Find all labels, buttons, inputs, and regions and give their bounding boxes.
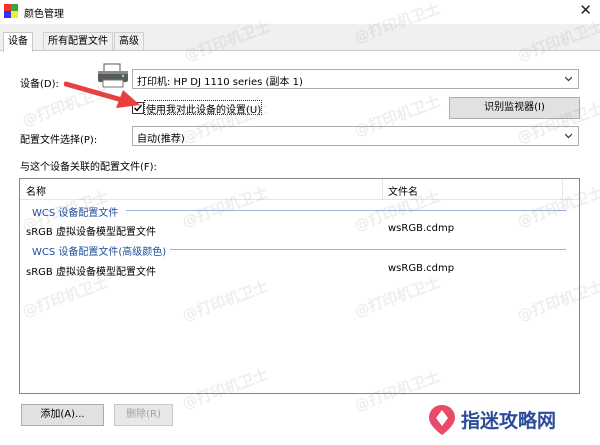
annotation-arrow-icon xyxy=(64,81,140,108)
chevron-down-icon xyxy=(565,76,572,82)
device-label: 设备(D): xyxy=(20,79,59,90)
profile-selection-dropdown[interactable]: 自动(推荐) xyxy=(132,126,579,146)
group-divider xyxy=(126,210,566,211)
profile-file: wsRGB.cdmp xyxy=(388,263,455,274)
close-icon[interactable]: ✕ xyxy=(579,1,592,19)
use-my-settings-label[interactable]: 使用我对此设备的设置(U) xyxy=(146,101,261,116)
profile-name: sRGB 虚拟设备模型配置文件 xyxy=(26,227,156,238)
group-divider xyxy=(170,249,566,250)
title-bar: 颜色管理 ✕ xyxy=(0,0,600,24)
profile-selection-value: 自动(推荐) xyxy=(137,134,185,145)
profiles-list[interactable]: 名称 文件名 WCS 设备配置文件 sRGB 虚拟设备模型配置文件 wsRGB.… xyxy=(19,178,580,394)
profile-name: sRGB 虚拟设备模型配置文件 xyxy=(26,267,156,278)
column-filename[interactable]: 文件名 xyxy=(388,183,418,198)
device-selected-value: 打印机: HP DJ 1110 series (副本 1) xyxy=(137,77,303,88)
color-management-icon xyxy=(4,4,18,18)
site-logo: 指迷攻略网 xyxy=(425,402,595,438)
chevron-down-icon xyxy=(565,133,572,139)
identify-monitors-button[interactable]: 识别监视器(I) xyxy=(449,97,580,119)
group-title: WCS 设备配置文件(高级颜色) xyxy=(32,247,167,258)
tab-strip: 设备 所有配置文件 高级 xyxy=(0,32,600,52)
profile-selection-label: 配置文件选择(P): xyxy=(20,135,98,146)
location-pin-icon xyxy=(429,405,455,435)
window-title: 颜色管理 xyxy=(24,9,64,20)
tab-devices[interactable]: 设备 xyxy=(3,32,33,52)
tab-advanced[interactable]: 高级 xyxy=(114,32,144,50)
associated-profiles-label: 与这个设备关联的配置文件(F): xyxy=(20,162,157,173)
group-title: WCS 设备配置文件 xyxy=(32,208,119,219)
list-header: 名称 文件名 xyxy=(20,179,579,200)
column-name[interactable]: 名称 xyxy=(26,183,46,198)
remove-button[interactable]: 删除(R) xyxy=(114,404,173,426)
device-dropdown[interactable]: 打印机: HP DJ 1110 series (副本 1) xyxy=(132,69,579,89)
tab-all-profiles[interactable]: 所有配置文件 xyxy=(43,32,113,50)
profile-file: wsRGB.cdmp xyxy=(388,223,455,234)
site-logo-text: 指迷攻略网 xyxy=(461,410,557,432)
add-button[interactable]: 添加(A)... xyxy=(21,404,104,426)
